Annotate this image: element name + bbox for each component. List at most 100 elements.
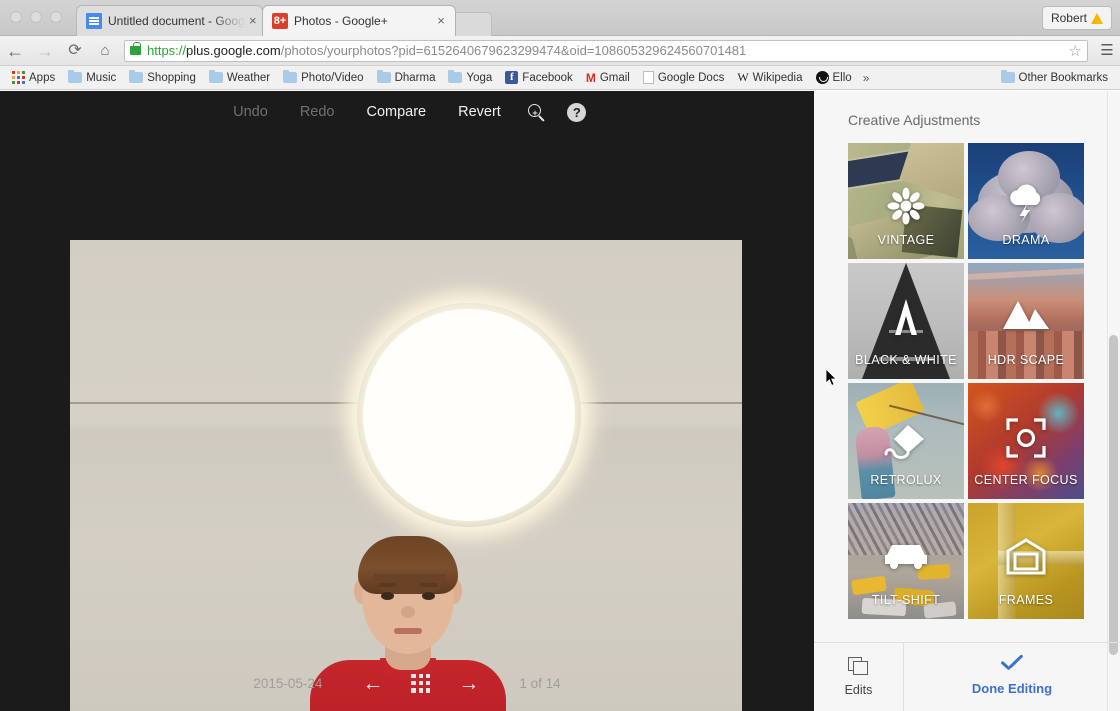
photo-image (70, 240, 742, 711)
tile-label: BLACK & WHITE (855, 353, 957, 367)
tab-photos-google-plus[interactable]: 8+ Photos - Google+ × (262, 5, 456, 36)
address-bar[interactable]: https://plus.google.com/photos/yourphoto… (124, 39, 1088, 62)
bookmark-label: Shopping (147, 71, 196, 84)
bookmark-label: Gmail (599, 71, 630, 84)
bookmark-photo-video[interactable]: Photo/Video (277, 69, 369, 86)
bookmark-label: Music (86, 71, 117, 84)
bookmark-label: Weather (226, 71, 271, 84)
folder-icon (208, 69, 223, 83)
tile-label: CENTER FOCUS (974, 473, 1078, 487)
facebook-icon: f (505, 71, 519, 84)
filter-tile-frames[interactable]: FRAMES (968, 503, 1084, 619)
back-button[interactable]: ← (0, 42, 30, 60)
wikipedia-icon: W (737, 70, 749, 84)
bookmark-music[interactable]: Music (62, 69, 122, 86)
page-icon (642, 71, 654, 84)
next-photo-button[interactable]: → (444, 673, 493, 694)
focus-frame-icon (1005, 417, 1047, 464)
close-window-button[interactable] (10, 11, 22, 23)
previous-photo-button[interactable]: ← (348, 673, 397, 694)
tab-untitled-document[interactable]: Untitled document - Goog × (76, 5, 263, 36)
done-editing-label: Done Editing (971, 680, 1053, 696)
redo-button[interactable]: Redo (284, 98, 351, 126)
photo-date: 2015-05-24 (253, 675, 323, 691)
photo-boy-eye-left (381, 592, 394, 600)
flower-icon (887, 187, 925, 230)
help-button[interactable]: ? (557, 102, 597, 122)
photo-canvas[interactable] (70, 240, 742, 711)
photo-lamp-face (363, 309, 575, 521)
zoom-in-button[interactable]: + (517, 103, 557, 121)
bookmark-label: Facebook (522, 71, 573, 84)
tile-label: VINTAGE (877, 233, 935, 247)
bookmark-weather[interactable]: Weather (203, 69, 276, 86)
tile-label: HDR SCAPE (987, 353, 1065, 367)
filter-tile-drama[interactable]: DRAMA (968, 143, 1084, 259)
bookmark-dharma[interactable]: Dharma (371, 69, 442, 86)
tile-label: RETROLUX (870, 473, 942, 487)
bookmark-apps[interactable]: Apps (6, 69, 61, 86)
home-button[interactable]: ⌂ (90, 43, 120, 58)
bookmark-gmail[interactable]: M Gmail (580, 69, 636, 87)
eiffel-tower-icon (886, 297, 926, 342)
folder-icon (376, 69, 391, 83)
bookmark-ello[interactable]: Ello (810, 69, 858, 86)
profile-chip[interactable]: Robert (1041, 6, 1112, 30)
url-path: /photos/yourphotos?pid=61526406796232994… (280, 43, 747, 58)
filter-tile-grid: VINTAGE DRAMA BLACK & WHITE HDR SCAPE RE… (848, 143, 1088, 619)
ello-icon (815, 71, 829, 84)
bookmark-yoga[interactable]: Yoga (442, 69, 498, 86)
warning-triangle-icon (1091, 12, 1103, 24)
maximize-window-button[interactable] (50, 11, 62, 23)
undo-button[interactable]: Undo (217, 98, 284, 126)
bookmark-label: Ello (832, 71, 852, 84)
chrome-menu-icon[interactable]: ☰ (1094, 43, 1120, 58)
url-host: plus.google.com (186, 43, 281, 58)
panel-scrollbar-thumb[interactable] (1109, 335, 1118, 655)
filter-tile-hdr-scape[interactable]: HDR SCAPE (968, 263, 1084, 379)
filter-tile-retrolux[interactable]: RETROLUX (848, 383, 964, 499)
tab-close-button[interactable]: × (245, 13, 261, 29)
done-editing-button[interactable]: Done Editing (904, 643, 1120, 711)
google-docs-icon (86, 13, 102, 29)
minimize-window-button[interactable] (30, 11, 42, 23)
bookmark-label: Yoga (466, 71, 493, 84)
bookmark-star-icon[interactable]: ☆ (1063, 42, 1082, 60)
lock-icon (130, 42, 141, 55)
bookmark-facebook[interactable]: f Facebook (499, 69, 579, 86)
panel-scrollbar-track[interactable] (1107, 91, 1120, 711)
google-plus-icon: 8+ (272, 13, 288, 29)
tile-label: FRAMES (998, 593, 1054, 607)
bookmark-label: Google Docs (657, 71, 725, 84)
filter-tile-center-focus[interactable]: CENTER FOCUS (968, 383, 1084, 499)
forward-button[interactable]: → (30, 42, 60, 60)
new-tab-button[interactable] (452, 12, 492, 36)
photo-boy-hair (358, 536, 458, 594)
filter-tile-vintage[interactable]: VINTAGE (848, 143, 964, 259)
grid-view-icon[interactable] (411, 673, 431, 693)
folder-icon (1000, 69, 1015, 83)
folder-icon (68, 69, 83, 83)
browser-window: Untitled document - Goog × 8+ Photos - G… (0, 0, 1120, 711)
window-controls[interactable] (10, 11, 62, 23)
tab-close-button[interactable]: × (433, 13, 449, 29)
gmail-icon: M (585, 70, 596, 85)
photo-boy-eye-right (422, 592, 435, 600)
bookmark-label: Photo/Video (301, 71, 364, 84)
compare-button[interactable]: Compare (350, 98, 442, 126)
bookmark-wikipedia[interactable]: W Wikipedia (731, 68, 808, 87)
photo-navigation-bar: 2015-05-24 ← → 1 of 14 (0, 655, 814, 711)
reload-button[interactable]: ⟳ (60, 42, 90, 59)
edits-button[interactable]: Edits (814, 643, 904, 711)
revert-button[interactable]: Revert (442, 98, 517, 126)
photo-boy-brow-left (378, 583, 396, 587)
filter-tile-tilt-shift[interactable]: TILT-SHIFT (848, 503, 964, 619)
profile-name: Robert (1050, 11, 1087, 25)
bookmark-other-bookmarks[interactable]: Other Bookmarks (995, 69, 1114, 86)
filter-tile-black-and-white[interactable]: BLACK & WHITE (848, 263, 964, 379)
browser-toolbar: ← → ⟳ ⌂ https://plus.google.com/photos/y… (0, 36, 1120, 66)
bookmark-shopping[interactable]: Shopping (123, 69, 202, 86)
bookmarks-overflow-chevron[interactable]: » (859, 71, 874, 85)
bookmark-google-docs[interactable]: Google Docs (637, 69, 730, 86)
url-scheme: https:// (147, 43, 187, 58)
